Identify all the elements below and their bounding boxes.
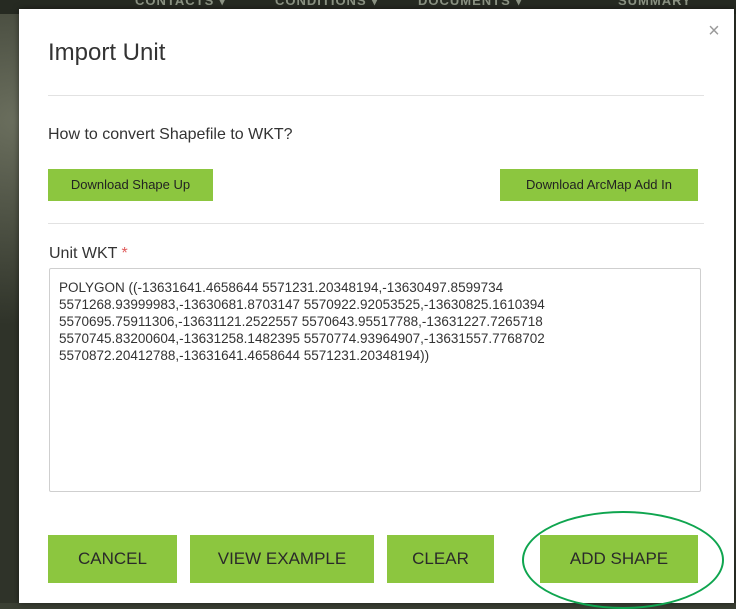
nav-item-documents: DOCUMENTS ▾ [418,0,523,8]
view-example-button[interactable]: VIEW EXAMPLE [190,535,374,583]
add-shape-button[interactable]: ADD SHAPE [540,535,698,583]
close-icon[interactable]: × [706,21,722,41]
unit-wkt-label-text: Unit WKT [49,245,118,262]
download-shape-up-button[interactable]: Download Shape Up [48,169,213,201]
download-arcmap-add-in-button[interactable]: Download ArcMap Add In [500,169,698,201]
cancel-button[interactable]: CANCEL [48,535,177,583]
unit-wkt-label: Unit WKT * [49,245,128,263]
convert-question: How to convert Shapefile to WKT? [48,126,293,143]
nav-item-summary: SUMMARY [618,0,692,8]
section-divider [48,223,704,224]
required-marker: * [121,245,128,262]
title-divider [48,95,704,96]
clear-button[interactable]: CLEAR [387,535,494,583]
dialog-title: Import Unit [48,39,166,66]
nav-item-conditions: CONDITIONS ▾ [275,0,379,8]
unit-wkt-textarea[interactable]: POLYGON ((-13631641.4658644 5571231.2034… [49,268,701,492]
nav-item-contacts: CONTACTS ▾ [135,0,227,8]
import-unit-dialog: × Import Unit How to convert Shapefile t… [19,9,734,609]
